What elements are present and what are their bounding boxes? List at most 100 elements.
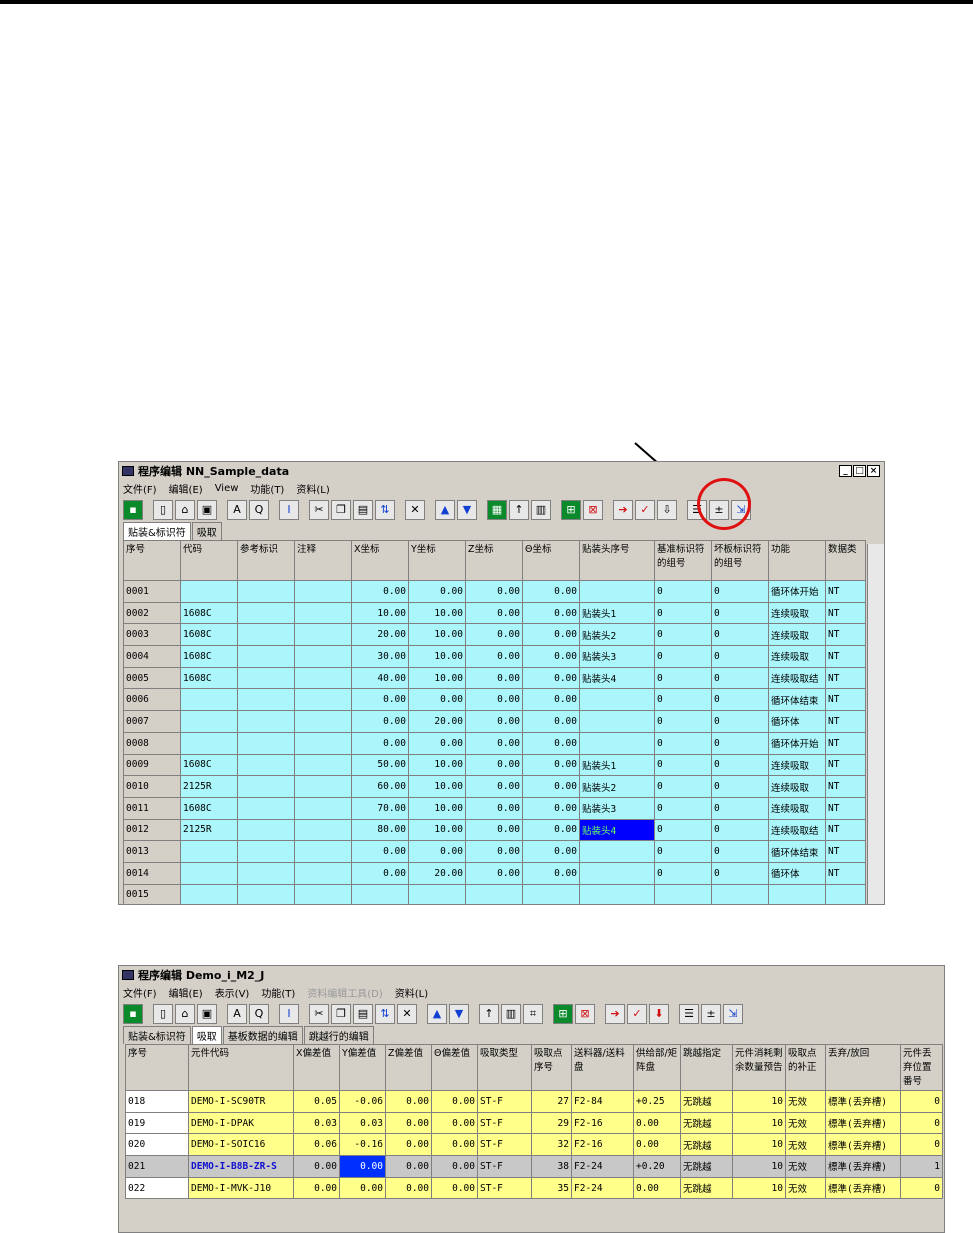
table-cell[interactable]: 0.00 [408,580,466,603]
table-cell[interactable]: 循环体 [768,710,826,733]
table-row[interactable]: 0011 1608C 70.00 10.00 0.00 0.00 贴装头3 0 0 连续吸取 NT [123,796,866,820]
table-cell[interactable]: NT [825,775,866,798]
table-cell[interactable]: 无效 [785,1111,826,1135]
col-header[interactable]: 序号 [123,540,181,581]
table-cell[interactable]: 贴装头1 [579,601,655,625]
table-cell[interactable]: 0.06 [293,1133,340,1157]
arrow-right-icon[interactable]: ➔ [613,500,633,520]
table-row[interactable]: 0003 1608C 20.00 10.00 0.00 0.00 贴装头2 0 0 连续吸取 NT [123,623,866,647]
col-header[interactable]: 元件消耗剩余数量预告 [732,1044,786,1091]
table-cell[interactable]: 0.00 [522,623,580,647]
table-cell[interactable]: 0 [711,601,769,625]
table-cell[interactable] [522,883,580,904]
table-cell[interactable] [294,688,352,712]
tag-icon[interactable]: ⌗ [523,1004,543,1024]
table-cell[interactable]: 0.00 [385,1133,432,1157]
col-header[interactable]: Y偏差值 [339,1044,386,1091]
table-cell[interactable] [294,580,352,603]
table-cell[interactable]: 贴装头1 [579,753,655,777]
table-cell[interactable]: 贴装头4 [579,818,655,842]
table-cell[interactable] [237,775,295,798]
table-cell[interactable]: 10 [732,1155,786,1178]
col-header[interactable]: 元件代码 [188,1044,294,1091]
table-cell[interactable]: ST-F [477,1111,532,1135]
table-cell[interactable]: ST-F [477,1133,532,1157]
table-cell[interactable]: DEMO-I-MVK-J10 [188,1176,294,1200]
table-cell[interactable]: 標準(丢弃槽) [825,1155,901,1178]
table-cell[interactable]: 標準(丢弃槽) [825,1111,901,1135]
table-cell[interactable] [237,818,295,842]
row-number-cell[interactable]: 018 [125,1090,189,1113]
table-cell[interactable] [180,861,238,885]
table-cell[interactable]: 2125R [180,818,238,842]
table-cell[interactable]: 无跳越 [680,1155,733,1178]
table-cell[interactable] [294,861,352,885]
table-cell[interactable]: 1608C [180,601,238,625]
mark-icon[interactable]: ⊞ [553,1004,573,1024]
table-cell[interactable]: 80.00 [351,818,409,842]
table-cell[interactable] [294,710,352,733]
col-header[interactable]: 序号 [125,1044,189,1091]
table-cell[interactable]: 0 [900,1111,943,1135]
table-cell[interactable] [180,710,238,733]
tab-board-data[interactable]: 基板数据的编辑 [222,1026,303,1044]
table-cell[interactable]: 0.03 [339,1111,386,1135]
table-cell[interactable]: 0.00 [633,1111,681,1135]
table-cell[interactable]: 0 [711,623,769,647]
table-cell[interactable]: F2-24 [571,1155,634,1178]
table-cell[interactable] [579,580,655,603]
table-cell[interactable]: 无效 [785,1090,826,1113]
table-cell[interactable]: 0 [654,580,712,603]
table-cell[interactable]: 0 [711,796,769,820]
row-number-cell[interactable]: 019 [125,1111,189,1135]
row-number-cell[interactable]: 0007 [123,710,181,733]
table-row[interactable]: 019 DEMO-I-DPAK 0.03 0.03 0.00 0.00 ST-F 29 F2-1… [125,1111,943,1135]
table-cell[interactable]: NT [825,645,866,668]
table-cell[interactable] [711,883,769,904]
insert-row-icon[interactable]: ⇅ [375,1004,395,1024]
table-row[interactable]: 0014 0.00 20.00 0.00 0.00 0 0 循环体 NT [123,861,866,885]
col-header[interactable]: Z偏差值 [385,1044,432,1091]
table-cell[interactable]: 0 [900,1090,943,1113]
table-cell[interactable]: NT [825,818,866,842]
table-cell[interactable]: 標準(丢弃槽) [825,1133,901,1157]
table-cell[interactable]: 35 [531,1176,572,1200]
table-cell[interactable]: NT [825,840,866,863]
table-cell[interactable] [579,883,655,904]
table-cell[interactable]: NT [825,601,866,625]
col-header[interactable]: 代码 [180,540,238,581]
table-cell[interactable]: 无跳越 [680,1176,733,1200]
table-row[interactable]: 0013 0.00 0.00 0.00 0.00 0 0 循环体结束 NT [123,840,866,863]
table-cell[interactable]: 0.00 [522,818,580,842]
table-cell[interactable]: 20.00 [351,623,409,647]
table-cell[interactable]: 0.00 [465,666,523,690]
badmark-icon[interactable]: ⊠ [575,1004,595,1024]
menu-data[interactable]: 资料(L) [395,985,428,1000]
table-cell[interactable]: 贴装头3 [579,645,655,668]
table-cell[interactable]: 0.00 [431,1133,478,1157]
table-cell[interactable]: 1608C [180,753,238,777]
table-cell[interactable]: 10.00 [408,601,466,625]
table-cell[interactable]: 0.00 [522,861,580,885]
table-cell[interactable]: 10.00 [408,796,466,820]
table-cell[interactable] [237,861,295,885]
col-header[interactable]: Y坐标 [408,540,466,581]
table-row[interactable]: 0010 2125R 60.00 10.00 0.00 0.00 贴装头2 0 0 连续吸取 NT [123,775,866,798]
find-icon[interactable]: A [227,500,247,520]
table-cell[interactable]: 0 [654,818,712,842]
paste-icon[interactable]: ▤ [353,1004,373,1024]
table-cell[interactable]: 10.00 [408,623,466,647]
table-cell[interactable]: 0 [900,1133,943,1157]
table-cell[interactable]: 0.00 [465,688,523,712]
table-cell[interactable]: 0.00 [522,666,580,690]
table-cell[interactable]: 0 [711,731,769,755]
table-cell[interactable]: 0.00 [465,861,523,885]
table-cell[interactable]: 0 [711,645,769,668]
delete-icon[interactable]: ✕ [405,500,425,520]
table-cell[interactable] [579,861,655,885]
table-cell[interactable]: 贴装头2 [579,623,655,647]
new-file-icon[interactable]: ▯ [153,1004,173,1024]
row-number-cell[interactable]: 0013 [123,840,181,863]
cursor-icon[interactable]: I [279,1004,299,1024]
table-cell[interactable]: 0.00 [465,645,523,668]
